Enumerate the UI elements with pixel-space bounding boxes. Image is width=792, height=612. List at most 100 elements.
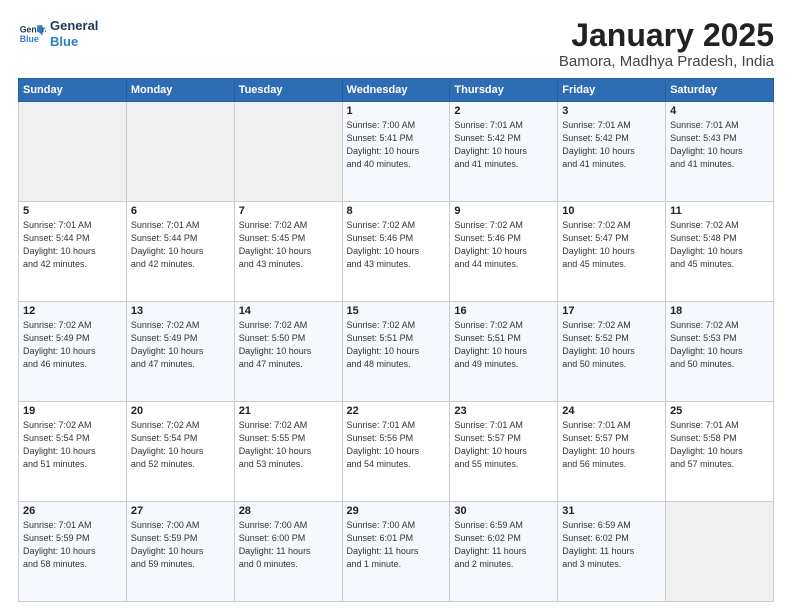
day-info: Sunrise: 7:01 AM Sunset: 5:57 PM Dayligh… [562,419,661,471]
calendar-week-4: 19 Sunrise: 7:02 AM Sunset: 5:54 PM Dayli… [19,402,774,502]
calendar-cell: 6 Sunrise: 7:01 AM Sunset: 5:44 PM Daylig… [126,202,234,302]
calendar-cell: 30 Sunrise: 6:59 AM Sunset: 6:02 PM Dayli… [450,502,558,602]
calendar-week-2: 5 Sunrise: 7:01 AM Sunset: 5:44 PM Daylig… [19,202,774,302]
day-number: 15 [347,305,446,317]
day-number: 28 [239,505,338,517]
calendar-cell: 26 Sunrise: 7:01 AM Sunset: 5:59 PM Dayli… [19,502,127,602]
calendar-week-1: 1 Sunrise: 7:00 AM Sunset: 5:41 PM Daylig… [19,102,774,202]
calendar-cell: 23 Sunrise: 7:01 AM Sunset: 5:57 PM Dayli… [450,402,558,502]
calendar-cell: 8 Sunrise: 7:02 AM Sunset: 5:46 PM Daylig… [342,202,450,302]
calendar-cell: 25Sunrise: 7:01 AM Sunset: 5:58 PM Dayli… [666,402,774,502]
svg-text:Blue: Blue [20,33,39,43]
day-number: 13 [131,305,230,317]
calendar-cell: 11Sunrise: 7:02 AM Sunset: 5:48 PM Dayli… [666,202,774,302]
calendar-cell: 19 Sunrise: 7:02 AM Sunset: 5:54 PM Dayli… [19,402,127,502]
calendar-header-row: SundayMondayTuesdayWednesdayThursdayFrid… [19,79,774,102]
day-info: Sunrise: 7:02 AM Sunset: 5:47 PM Dayligh… [562,219,661,271]
weekday-header-thursday: Thursday [450,79,558,102]
calendar-cell: 18Sunrise: 7:02 AM Sunset: 5:53 PM Dayli… [666,302,774,402]
day-number: 12 [23,305,122,317]
calendar-cell [234,102,342,202]
day-number: 31 [562,505,661,517]
calendar-cell [19,102,127,202]
day-info: Sunrise: 7:02 AM Sunset: 5:46 PM Dayligh… [347,219,446,271]
day-info: Sunrise: 7:02 AM Sunset: 5:50 PM Dayligh… [239,319,338,371]
day-info: Sunrise: 7:01 AM Sunset: 5:57 PM Dayligh… [454,419,553,471]
calendar-cell: 31 Sunrise: 6:59 AM Sunset: 6:02 PM Dayli… [558,502,666,602]
day-info: Sunrise: 6:59 AM Sunset: 6:02 PM Dayligh… [562,519,661,571]
day-info: Sunrise: 7:01 AM Sunset: 5:44 PM Dayligh… [131,219,230,271]
month-title: January 2025 [559,18,774,53]
calendar-cell: 10Sunrise: 7:02 AM Sunset: 5:47 PM Dayli… [558,202,666,302]
day-number: 26 [23,505,122,517]
day-number: 30 [454,505,553,517]
weekday-header-saturday: Saturday [666,79,774,102]
calendar-cell: 21 Sunrise: 7:02 AM Sunset: 5:55 PM Dayli… [234,402,342,502]
day-number: 24 [562,405,661,417]
day-info: Sunrise: 7:01 AM Sunset: 5:43 PM Dayligh… [670,119,769,171]
day-info: Sunrise: 7:02 AM Sunset: 5:54 PM Dayligh… [131,419,230,471]
calendar-cell: 17Sunrise: 7:02 AM Sunset: 5:52 PM Dayli… [558,302,666,402]
day-number: 19 [23,405,122,417]
weekday-header-wednesday: Wednesday [342,79,450,102]
calendar-week-5: 26 Sunrise: 7:01 AM Sunset: 5:59 PM Dayli… [19,502,774,602]
calendar-cell: 4 Sunrise: 7:01 AM Sunset: 5:43 PM Daylig… [666,102,774,202]
calendar-cell [666,502,774,602]
page: General Blue General Blue January 2025 B… [0,0,792,612]
day-number: 3 [562,105,661,117]
day-info: Sunrise: 7:00 AM Sunset: 6:00 PM Dayligh… [239,519,338,571]
calendar-cell: 28 Sunrise: 7:00 AM Sunset: 6:00 PM Dayli… [234,502,342,602]
logo-blue: Blue [50,34,98,50]
day-number: 17 [562,305,661,317]
day-number: 11 [670,205,769,217]
weekday-header-tuesday: Tuesday [234,79,342,102]
day-info: Sunrise: 7:01 AM Sunset: 5:42 PM Dayligh… [454,119,553,171]
logo: General Blue General Blue [18,18,98,49]
calendar-week-3: 12 Sunrise: 7:02 AM Sunset: 5:49 PM Dayli… [19,302,774,402]
calendar-cell: 9Sunrise: 7:02 AM Sunset: 5:46 PM Daylig… [450,202,558,302]
day-number: 8 [347,205,446,217]
day-info: Sunrise: 7:00 AM Sunset: 5:41 PM Dayligh… [347,119,446,171]
day-info: Sunrise: 7:02 AM Sunset: 5:45 PM Dayligh… [239,219,338,271]
day-number: 16 [454,305,553,317]
calendar-cell: 1 Sunrise: 7:00 AM Sunset: 5:41 PM Daylig… [342,102,450,202]
day-info: Sunrise: 7:02 AM Sunset: 5:49 PM Dayligh… [23,319,122,371]
calendar-cell: 5 Sunrise: 7:01 AM Sunset: 5:44 PM Daylig… [19,202,127,302]
day-info: Sunrise: 7:02 AM Sunset: 5:53 PM Dayligh… [670,319,769,371]
day-number: 6 [131,205,230,217]
day-number: 14 [239,305,338,317]
calendar-cell: 22Sunrise: 7:01 AM Sunset: 5:56 PM Dayli… [342,402,450,502]
day-info: Sunrise: 7:01 AM Sunset: 5:56 PM Dayligh… [347,419,446,471]
day-info: Sunrise: 7:01 AM Sunset: 5:59 PM Dayligh… [23,519,122,571]
location-title: Bamora, Madhya Pradesh, India [559,53,774,70]
day-info: Sunrise: 7:02 AM Sunset: 5:55 PM Dayligh… [239,419,338,471]
calendar-cell: 24 Sunrise: 7:01 AM Sunset: 5:57 PM Dayli… [558,402,666,502]
weekday-header-friday: Friday [558,79,666,102]
day-number: 7 [239,205,338,217]
calendar-cell: 29Sunrise: 7:00 AM Sunset: 6:01 PM Dayli… [342,502,450,602]
day-number: 1 [347,105,446,117]
day-info: Sunrise: 7:01 AM Sunset: 5:58 PM Dayligh… [670,419,769,471]
weekday-header-monday: Monday [126,79,234,102]
day-info: Sunrise: 7:02 AM Sunset: 5:54 PM Dayligh… [23,419,122,471]
day-number: 21 [239,405,338,417]
day-number: 5 [23,205,122,217]
day-info: Sunrise: 7:02 AM Sunset: 5:49 PM Dayligh… [131,319,230,371]
calendar-cell: 16 Sunrise: 7:02 AM Sunset: 5:51 PM Dayli… [450,302,558,402]
calendar-cell: 15 Sunrise: 7:02 AM Sunset: 5:51 PM Dayli… [342,302,450,402]
header: General Blue General Blue January 2025 B… [18,18,774,70]
day-number: 9 [454,205,553,217]
calendar-table: SundayMondayTuesdayWednesdayThursdayFrid… [18,78,774,602]
day-info: Sunrise: 7:01 AM Sunset: 5:42 PM Dayligh… [562,119,661,171]
day-number: 4 [670,105,769,117]
calendar-cell: 13 Sunrise: 7:02 AM Sunset: 5:49 PM Dayli… [126,302,234,402]
day-info: Sunrise: 7:02 AM Sunset: 5:51 PM Dayligh… [347,319,446,371]
calendar-cell [126,102,234,202]
day-info: Sunrise: 6:59 AM Sunset: 6:02 PM Dayligh… [454,519,553,571]
day-info: Sunrise: 7:01 AM Sunset: 5:44 PM Dayligh… [23,219,122,271]
day-number: 23 [454,405,553,417]
day-info: Sunrise: 7:02 AM Sunset: 5:51 PM Dayligh… [454,319,553,371]
calendar-cell: 14 Sunrise: 7:02 AM Sunset: 5:50 PM Dayli… [234,302,342,402]
day-number: 2 [454,105,553,117]
calendar-cell: 12 Sunrise: 7:02 AM Sunset: 5:49 PM Dayli… [19,302,127,402]
